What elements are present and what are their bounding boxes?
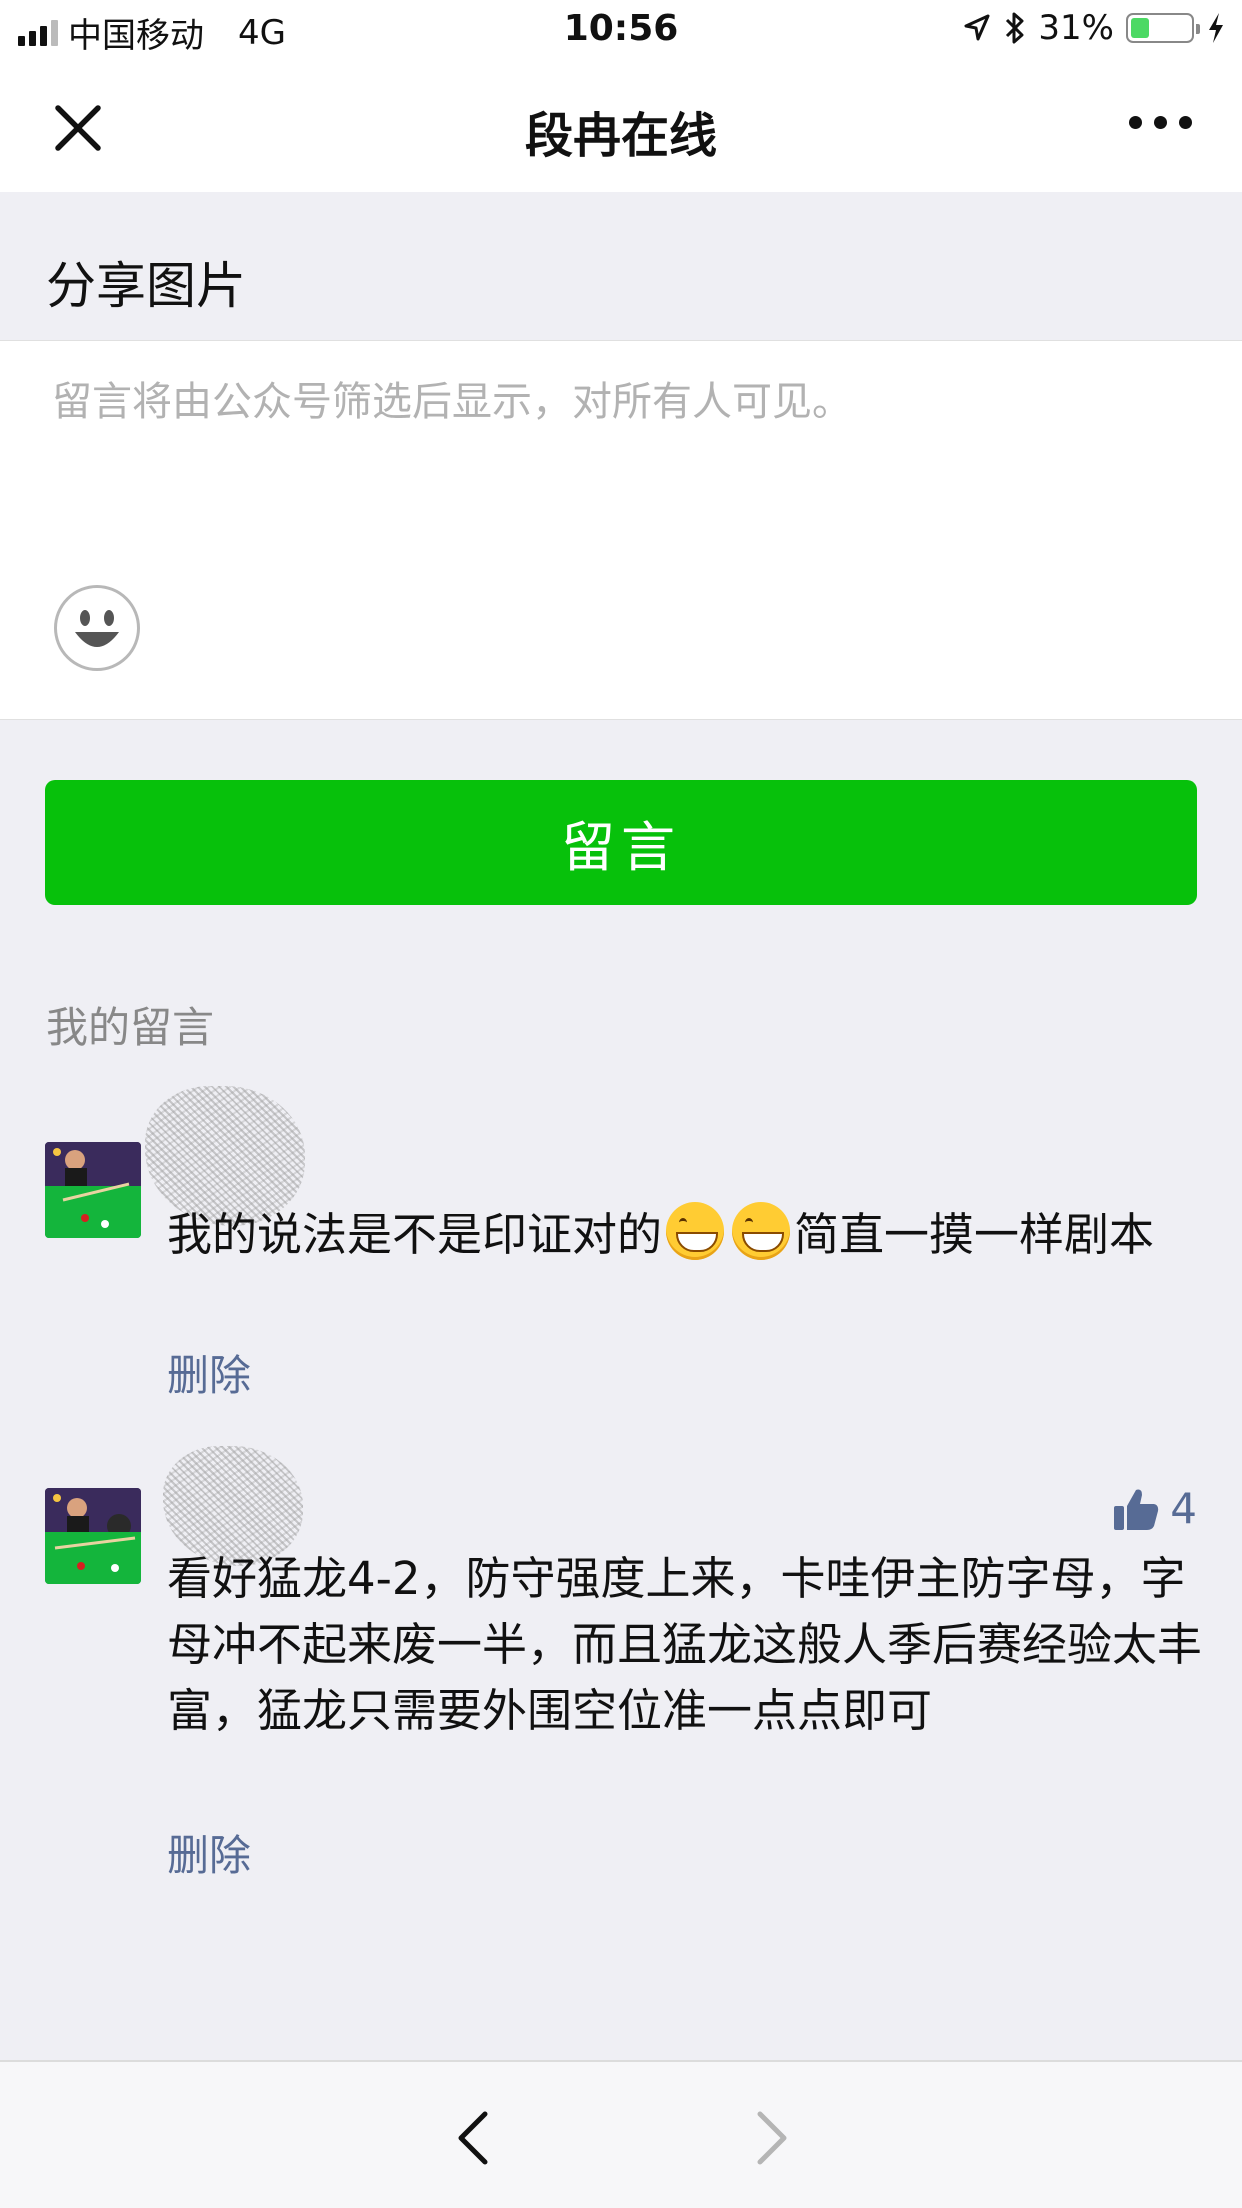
avatar (45, 1488, 141, 1584)
charging-icon (1209, 13, 1223, 43)
like-count: 4 (1170, 1484, 1197, 1533)
status-right: 31% (962, 8, 1226, 48)
delete-comment-link[interactable]: 删除 (167, 1342, 251, 1403)
like-button[interactable]: 4 (1112, 1484, 1197, 1533)
my-comments-heading: 我的留言 (46, 1003, 215, 1052)
battery-percent: 31% (1038, 8, 1114, 48)
location-icon (964, 14, 990, 41)
comment-text: 看好猛龙4-2，防守强度上来，卡哇伊主防字母，字母冲不起来废一半，而且猛龙这般人… (167, 1552, 1203, 1737)
nav-bar: 段冉在线 (0, 62, 1242, 192)
battery-icon (1126, 13, 1200, 43)
delete-comment-link[interactable]: 删除 (167, 1822, 251, 1883)
comment-text: 我的说法是不是印证对的 简直一摸一样剧本 (167, 1202, 1207, 1268)
page-title: 段冉在线 (524, 108, 717, 164)
forward-arrow-icon[interactable] (740, 2108, 800, 2168)
submit-comment-button[interactable]: 留言 (45, 780, 1197, 905)
back-arrow-icon[interactable] (445, 2108, 505, 2168)
comment-item: 4 看好猛龙4-2，防守强度上来，卡哇伊主防字母，字母冲不起来废一半，而且猛龙这… (45, 1446, 1202, 1886)
battery-fill (1131, 18, 1149, 38)
avatar (45, 1142, 141, 1238)
bottom-toolbar (0, 2060, 1242, 2208)
avatar-image (45, 1488, 141, 1584)
article-title: 分享图片 (46, 257, 246, 315)
avatar-image (45, 1142, 141, 1238)
comment-input[interactable] (52, 369, 1192, 569)
thumbs-up-icon (1114, 1489, 1159, 1530)
comment-text-part: 简直一摸一样剧本 (794, 1208, 1155, 1261)
grin-emoji-icon (732, 1202, 791, 1260)
grin-emoji-icon (666, 1202, 725, 1260)
comment-text-part: 我的说法是不是印证对的 (167, 1208, 663, 1261)
emoji-picker-icon[interactable] (54, 585, 140, 671)
bluetooth-icon (1006, 12, 1024, 44)
status-bar: 中国移动 4G 10:56 31% (0, 0, 1242, 62)
comment-item: 我的说法是不是印证对的 简直一摸一样剧本 删除 (45, 1086, 1197, 1406)
smiley-face-icon (75, 610, 119, 647)
more-options-icon[interactable] (1129, 116, 1192, 129)
comment-box (0, 340, 1242, 720)
